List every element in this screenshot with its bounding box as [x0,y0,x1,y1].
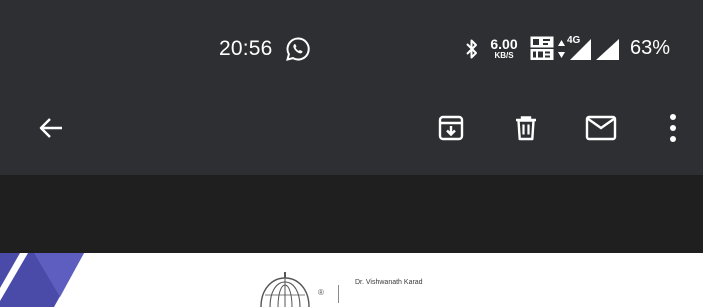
network-speed-unit: KB/S [494,51,514,60]
volte-icon [530,36,554,60]
status-bar: 20:56 6.00 KB/S 4G 63% [0,0,703,95]
status-time: 20:56 [219,37,273,60]
registered-mark: ® [318,288,324,297]
data-activity-icon [558,40,565,58]
mark-unread-icon [585,115,617,141]
more-options-button[interactable] [655,105,691,151]
whatsapp-icon [286,37,310,61]
delete-button[interactable] [503,105,549,151]
signal-icon [570,39,591,60]
archive-icon [438,115,464,141]
decorative-corner-shape [0,253,84,307]
header-divider-strip [0,175,703,253]
more-vert-icon [670,114,676,142]
dome-logo-icon [260,272,310,307]
network-speed: 6.00 KB/S [487,37,521,60]
back-arrow-icon [39,118,62,138]
back-button[interactable] [28,105,74,151]
delete-icon [516,116,536,141]
email-body[interactable]: ® Dr. Vishwanath Karad [0,253,703,307]
logo-text: Dr. Vishwanath Karad [355,279,423,286]
network-speed-value: 6.00 [490,36,518,52]
mark-unread-button[interactable] [576,105,626,151]
email-toolbar [0,95,703,175]
signal-icon [596,39,619,60]
archive-button[interactable] [428,105,474,151]
battery-percent: 63% [630,37,671,59]
logo-divider [338,285,339,303]
bluetooth-icon [466,39,477,59]
